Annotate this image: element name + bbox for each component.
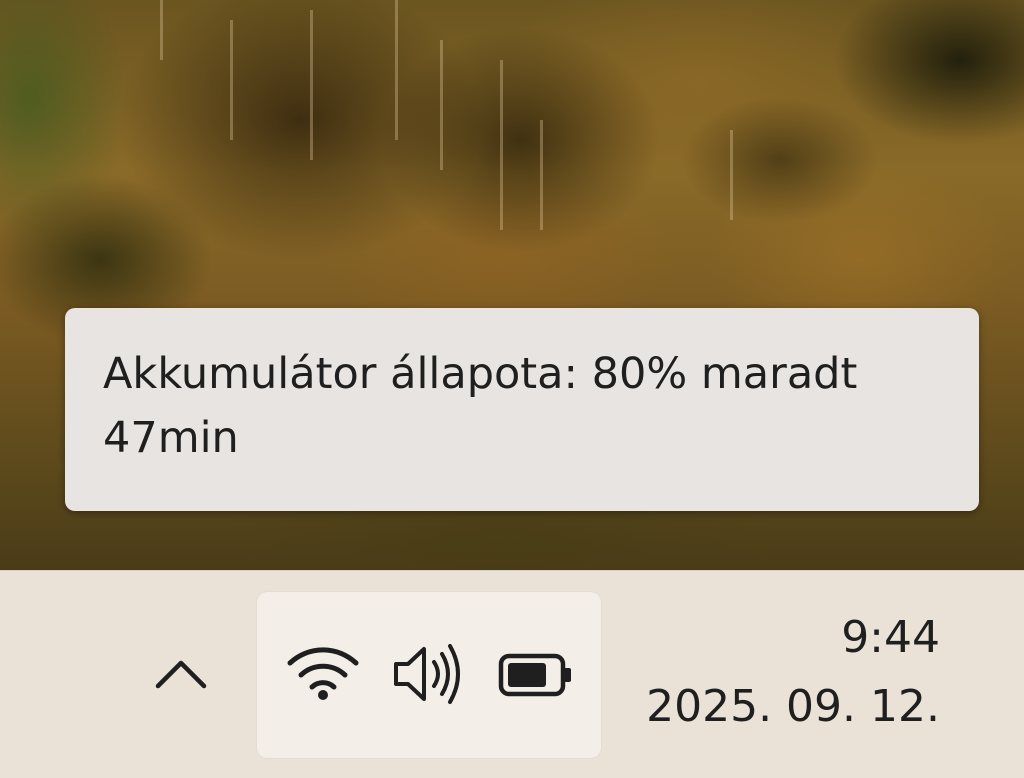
volume-icon [394, 644, 460, 704]
desktop-screen: Akkumulátor állapota: 80% maradt 47min 9… [0, 0, 1024, 778]
network-tray-button[interactable] [286, 643, 360, 703]
clock-time: 9:44 [841, 612, 940, 663]
clock-date: 2025. 09. 12. [646, 681, 940, 732]
volume-tray-button[interactable] [390, 640, 468, 708]
wallpaper-tree [540, 120, 543, 230]
tooltip-line-2: 47min [103, 413, 239, 463]
show-hidden-icons-button[interactable] [150, 648, 212, 704]
taskbar-clock[interactable]: 9:44 2025. 09. 12. [646, 610, 940, 736]
wallpaper-tree [310, 10, 313, 160]
battery-tray-button[interactable] [498, 652, 574, 698]
wallpaper-tree [395, 0, 398, 140]
wallpaper-tree [440, 40, 443, 170]
battery-icon [498, 653, 571, 697]
tooltip-line-1: Akkumulátor állapota: 80% maradt [103, 349, 858, 399]
battery-status-tooltip: Akkumulátor állapota: 80% maradt 47min [65, 308, 979, 511]
chevron-up-icon [155, 660, 207, 689]
wallpaper-tree [230, 20, 233, 140]
battery-level-fill [508, 663, 546, 687]
wallpaper-tree [160, 0, 163, 60]
wallpaper-tree [500, 60, 503, 230]
wallpaper-tree [730, 130, 733, 220]
wifi-icon [287, 647, 359, 700]
